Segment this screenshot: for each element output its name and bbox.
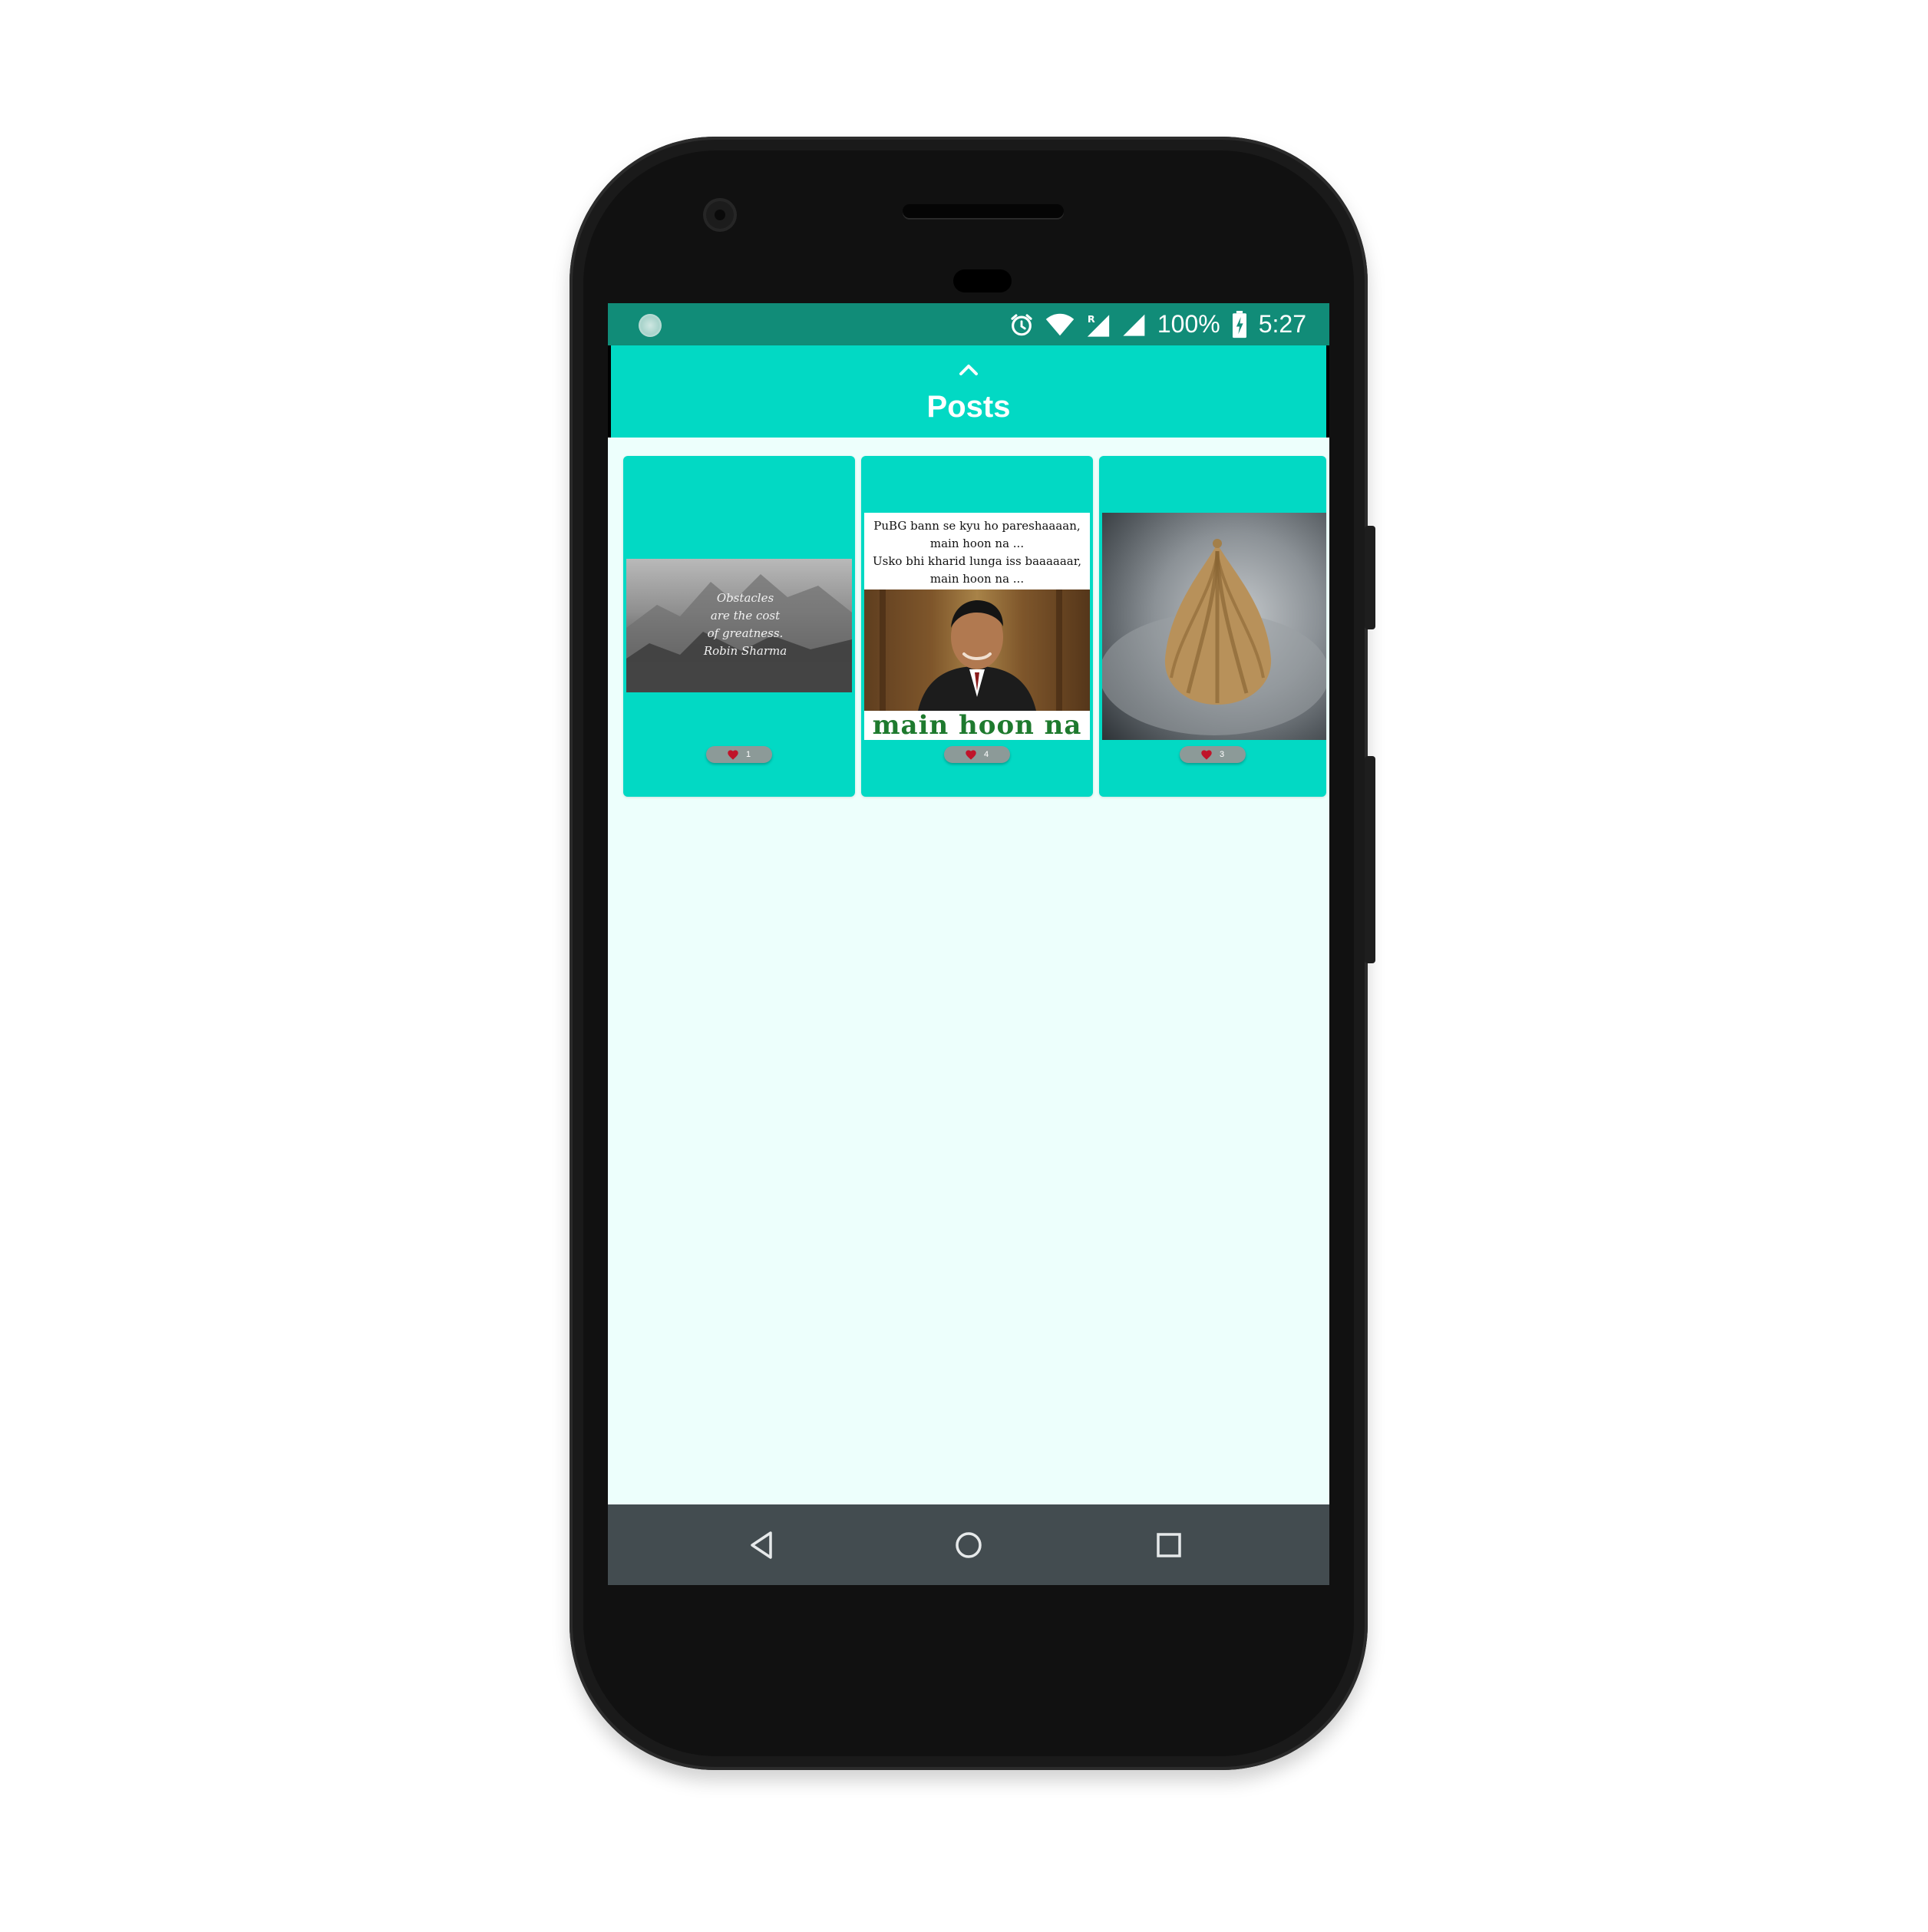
svg-text:R: R <box>1088 314 1095 325</box>
post-card[interactable]: PuBG bann se kyu ho pareshaaaan, main ho… <box>861 456 1093 797</box>
quote-line: of greatness. <box>707 626 784 640</box>
like-count: 3 <box>1219 750 1225 759</box>
status-icons: R 100% 5:27 <box>1009 303 1306 345</box>
front-camera-icon <box>706 201 734 229</box>
power-button <box>1365 526 1375 629</box>
back-icon[interactable] <box>744 1527 780 1563</box>
like-count: 1 <box>745 750 751 759</box>
recent-apps-icon[interactable] <box>1151 1527 1187 1563</box>
quote-text: Obstacles are the cost of greatness. Rob… <box>695 590 795 660</box>
chevron-up-icon[interactable] <box>953 358 984 381</box>
notification-icon <box>639 314 662 337</box>
alarm-icon <box>1011 313 1032 335</box>
post-image[interactable]: Obstacles are the cost of greatness. Rob… <box>626 559 852 692</box>
roaming-signal-icon: R <box>1087 314 1110 337</box>
heart-icon <box>1201 749 1212 760</box>
page-title: Posts <box>926 390 1011 424</box>
like-button[interactable]: 3 <box>1180 746 1246 763</box>
cell-signal-icon <box>1123 314 1145 336</box>
app-bar: Posts <box>611 345 1326 438</box>
post-image[interactable] <box>1102 513 1326 740</box>
clock: 5:27 <box>1258 310 1306 338</box>
post-card[interactable]: 3 <box>1099 456 1326 797</box>
person-illustration <box>864 590 1090 711</box>
navigation-bar <box>608 1504 1329 1585</box>
battery-charging-icon <box>1232 310 1246 338</box>
status-bar: R 100% 5:27 <box>608 303 1329 345</box>
caption-line: Usko bhi kharid lunga iss baaaaaar, <box>872 554 1082 568</box>
earpiece-speaker <box>903 204 1064 218</box>
caption-line: main hoon na ... <box>929 537 1025 550</box>
caption-line: PuBG bann se kyu ho pareshaaaan, <box>873 519 1081 533</box>
wifi-icon <box>1045 313 1075 335</box>
volume-rocker <box>1365 756 1375 963</box>
post-image[interactable]: PuBG bann se kyu ho pareshaaaan, main ho… <box>864 513 1090 740</box>
battery-percent: 100% <box>1157 310 1220 338</box>
quote-line: are the cost <box>710 609 781 623</box>
post-card[interactable]: Obstacles are the cost of greatness. Rob… <box>623 456 855 797</box>
proximity-sensor <box>953 269 1012 292</box>
like-count: 4 <box>983 750 989 759</box>
like-button[interactable]: 1 <box>706 746 772 763</box>
meme-photo <box>864 590 1090 711</box>
heart-icon <box>966 749 976 760</box>
meme-caption: PuBG bann se kyu ho pareshaaaan, main ho… <box>864 517 1090 588</box>
posts-grid[interactable]: Obstacles are the cost of greatness. Rob… <box>608 438 1329 1535</box>
quote-line: Robin Sharma <box>703 644 787 658</box>
home-icon[interactable] <box>951 1527 986 1563</box>
heart-icon <box>728 749 738 760</box>
quote-line: Obstacles <box>716 591 774 605</box>
modak-sweet-illustration <box>1102 539 1326 735</box>
meme-bottom-text: main hoon na <box>864 711 1090 740</box>
like-button[interactable]: 4 <box>944 746 1010 763</box>
caption-line: main hoon na ... <box>929 572 1025 586</box>
phone-screen: R 100% 5:27 Posts Obstacles are the cost… <box>608 303 1329 1585</box>
